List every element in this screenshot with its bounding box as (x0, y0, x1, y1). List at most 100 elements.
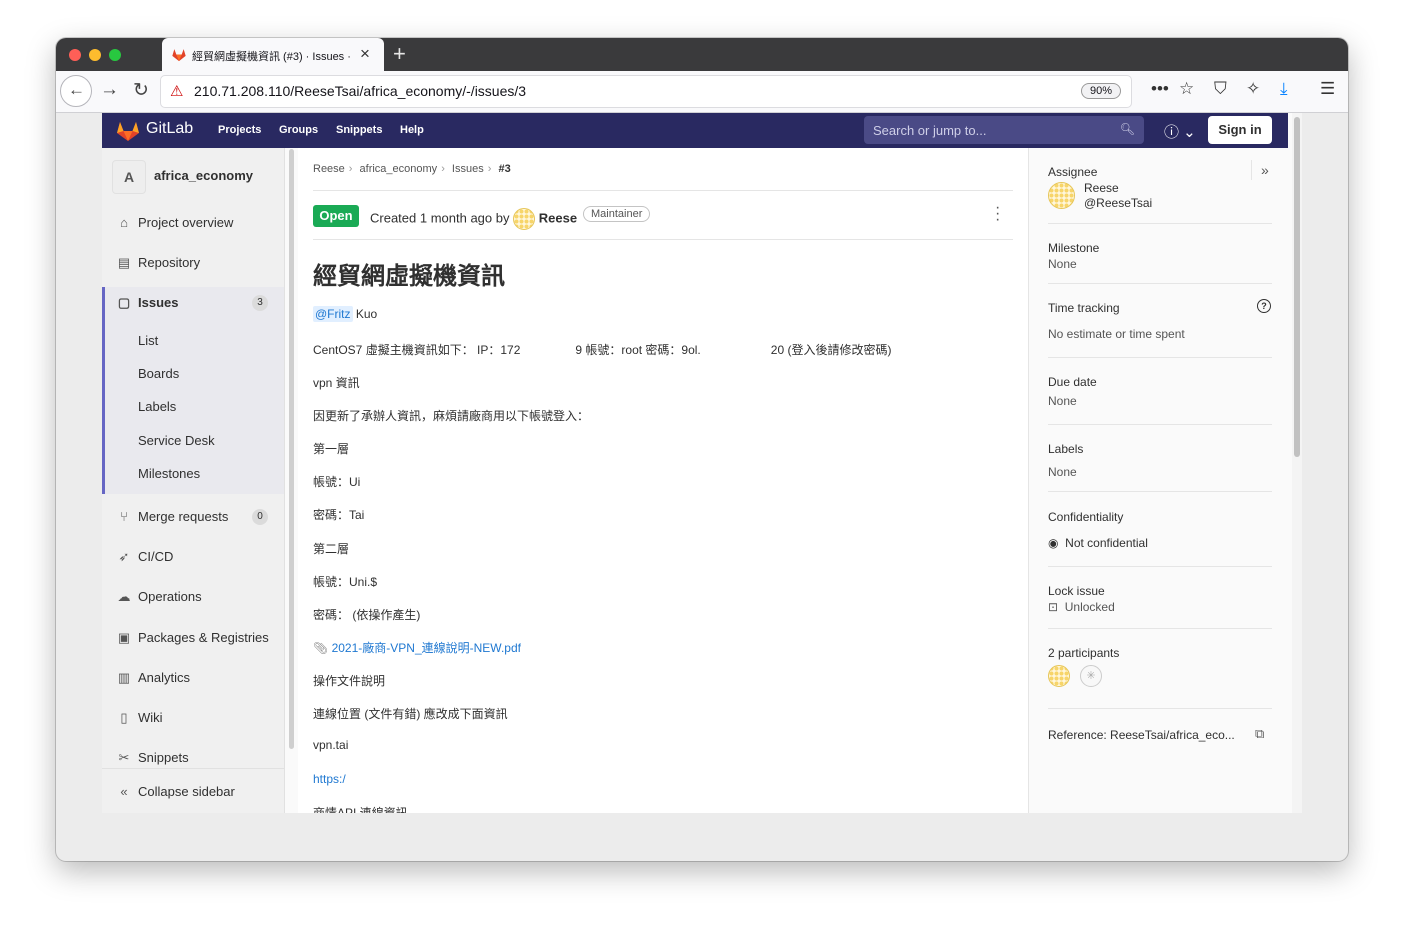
notice-line: 因更新了承辦人資訊，麻煩請廠商用以下帳號登入： (313, 409, 590, 423)
sidebar-sub-milestones[interactable]: Milestones (138, 466, 200, 481)
author-name[interactable]: Reese (539, 210, 577, 225)
author-avatar[interactable] (513, 208, 536, 230)
milestone-value: None (1048, 257, 1077, 271)
vm-info-line: CentOS7 虛擬主機資訊如下： IP：172 9 帳號：root 密碼：9ol… (313, 343, 892, 357)
chart-icon: ▥ (117, 670, 131, 685)
gitlab-logo-icon[interactable] (116, 120, 140, 142)
sidebar-sub-list[interactable]: List (138, 333, 158, 348)
lock-issue-label: Lock issue (1048, 584, 1105, 598)
issue-right-sidebar: Assignee » Reese @ReeseTsai Milestone No… (1028, 148, 1289, 813)
reference-text: Reference: ReeseTsai/africa_eco... (1048, 728, 1235, 742)
issues-icon: ▢ (117, 295, 131, 310)
breadcrumb-issue-number[interactable]: #3 (498, 163, 510, 175)
participant-avatar-1[interactable] (1048, 665, 1070, 687)
user-mention[interactable]: @Fritz (313, 306, 353, 322)
url-text: 210.71.208.110/ReeseTsai/africa_economy/… (194, 83, 527, 99)
password1-line: 密碼：Tai (313, 508, 365, 522)
sidebar-item-issues[interactable]: ▢ Issues (116, 295, 179, 311)
assignee-username[interactable]: @ReeseTsai (1084, 196, 1152, 210)
copy-clipboard-icon[interactable]: ⧉ (1255, 726, 1264, 742)
assignee-name[interactable]: Reese (1084, 181, 1119, 195)
reload-icon[interactable]: ↻ (133, 79, 149, 102)
more-actions-icon[interactable]: · · · (995, 200, 1000, 228)
breadcrumb-issues[interactable]: Issues (452, 163, 484, 175)
paperclip-icon: 📎︎ (313, 641, 329, 655)
brand-name[interactable]: GitLab (146, 120, 193, 138)
nav-snippets[interactable]: Snippets (336, 124, 382, 136)
back-button[interactable]: ← (60, 75, 92, 107)
forward-icon[interactable]: → (100, 79, 119, 101)
tab-title: 經貿網虛擬機資訊 (#3) · Issues · (192, 51, 351, 63)
sidebar-item-operations[interactable]: ☁ Operations (116, 589, 202, 605)
due-date-value: None (1048, 394, 1077, 408)
vpn-host-line: vpn.tai (313, 738, 349, 752)
project-sidebar: A africa_economy ⌂ Project overview ▤ Repo… (102, 148, 285, 813)
collapse-sidebar-button[interactable]: «Collapse sidebar (102, 768, 284, 813)
nav-help[interactable]: Help (400, 124, 424, 136)
breadcrumb-project[interactable]: africa_economy (360, 163, 438, 175)
sidebar-item-packages[interactable]: ▣ Packages & Registries (116, 630, 269, 646)
sidebar-item-repository[interactable]: ▤ Repository (116, 255, 200, 271)
eye-icon: ◉ (1048, 536, 1059, 550)
sidebar-item-overview[interactable]: ⌂ Project overview (116, 215, 233, 230)
more-icon[interactable]: ••• (1151, 79, 1169, 99)
browser-window: 經貿網虛擬機資訊 (#3) · Issues · × + ← → ↻ ⚠ 210… (56, 38, 1348, 861)
unlock-icon: ⊡ (1048, 600, 1059, 614)
close-tab-icon[interactable]: × (360, 44, 370, 64)
labels-value: None (1048, 465, 1077, 479)
extension-icon[interactable]: ✧ (1246, 79, 1260, 99)
doc-note-line: 操作文件說明 (313, 674, 386, 688)
address-bar[interactable]: ⚠ 210.71.208.110/ReeseTsai/africa_econom… (160, 75, 1132, 108)
breadcrumb-reese[interactable]: Reese (313, 163, 345, 175)
nav-projects[interactable]: Projects (218, 124, 261, 136)
search-input[interactable]: Search or jump to... 🔍︎ (864, 116, 1144, 144)
nav-groups[interactable]: Groups (279, 124, 318, 136)
repository-icon: ▤ (117, 255, 131, 270)
minimize-window-button[interactable] (89, 49, 101, 61)
password2-line: 密碼： (依操作產生) (313, 608, 421, 622)
search-placeholder: Search or jump to... (873, 123, 987, 138)
project-name: africa_economy (154, 168, 253, 183)
sidebar-scrollbar[interactable] (289, 149, 294, 749)
rocket-icon: ➶ (118, 549, 130, 564)
shield-icon[interactable]: ⛉ (1214, 79, 1227, 99)
time-tracking-value: No estimate or time spent (1048, 327, 1185, 341)
maximize-window-button[interactable] (109, 49, 121, 61)
gitlab-favicon-icon (172, 49, 186, 62)
lock-issue-value: ⊡ Unlocked (1048, 600, 1115, 614)
scroll-thumb[interactable] (1294, 117, 1300, 457)
sign-in-button[interactable]: Sign in (1208, 116, 1272, 144)
https-link[interactable]: https:/ (313, 772, 346, 786)
double-chevron-left-icon: « (120, 784, 128, 799)
location-line: 連線位置 (文件有錯) 應改成下面資訊 (313, 707, 508, 721)
zoom-indicator[interactable]: 90% (1080, 83, 1121, 99)
new-tab-icon[interactable]: + (393, 41, 406, 67)
sidebar-sub-labels[interactable]: Labels (138, 399, 176, 414)
close-window-button[interactable] (69, 49, 81, 61)
page-scrollbar[interactable] (1292, 113, 1302, 813)
assignee-avatar[interactable] (1048, 182, 1075, 209)
help-dropdown-icon[interactable]: ⓘ ⌄ (1164, 121, 1196, 142)
sidebar-sub-service-desk[interactable]: Service Desk (138, 433, 215, 448)
sidebar-item-merge-requests[interactable]: ⑂ Merge requests (116, 509, 228, 524)
download-icon[interactable]: ⤓ (1280, 79, 1288, 99)
layer2-line: 第二層 (313, 542, 350, 556)
mr-count-badge: 0 (252, 509, 268, 525)
browser-tab[interactable]: 經貿網虛擬機資訊 (#3) · Issues · × (162, 38, 384, 71)
menu-icon[interactable]: ☰ (1320, 79, 1335, 99)
bookmark-star-icon[interactable]: ☆ (1179, 79, 1194, 99)
sidebar-item-wiki[interactable]: ▯ Wiki (116, 710, 162, 726)
sidebar-item-snippets[interactable]: ✂ Snippets (116, 750, 189, 766)
expand-sidebar-icon[interactable]: » (1261, 162, 1269, 178)
sidebar-sub-boards[interactable]: Boards (138, 366, 179, 381)
confidentiality-label: Confidentiality (1048, 510, 1124, 524)
question-icon[interactable]: ? (1257, 299, 1271, 313)
confidentiality-value: ◉ Not confidential (1048, 536, 1148, 550)
milestone-label: Milestone (1048, 241, 1100, 255)
attachment-link[interactable]: 2021-廠商-VPN_連線說明-NEW.pdf (332, 641, 521, 655)
participant-avatar-2[interactable]: ✳ (1080, 665, 1102, 687)
attachment-line: 📎︎ 2021-廠商-VPN_連線說明-NEW.pdf (313, 639, 521, 656)
vpn-heading: vpn 資訊 (313, 376, 360, 390)
sidebar-item-cicd[interactable]: ➶ CI/CD (116, 549, 174, 565)
sidebar-item-analytics[interactable]: ▥ Analytics (116, 670, 190, 686)
